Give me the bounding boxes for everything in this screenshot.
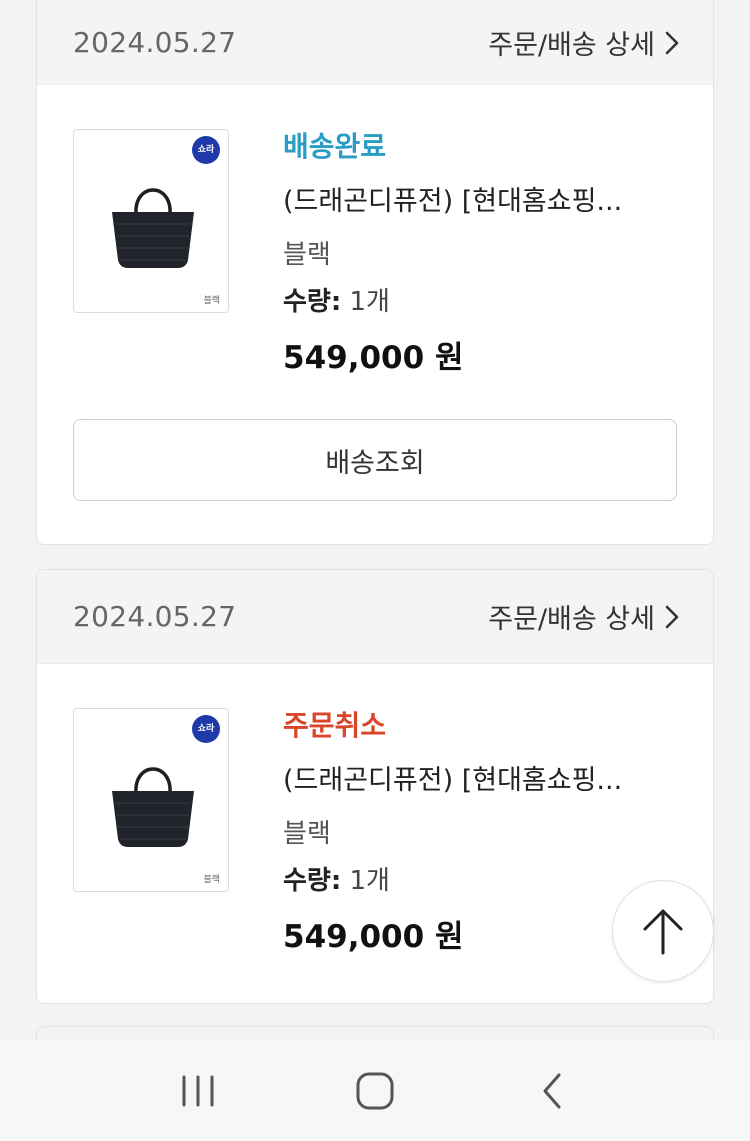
order-detail-label: 주문/배송 상세 xyxy=(488,604,655,635)
system-navigation-bar xyxy=(0,1040,750,1141)
order-body: 쇼라 블랙 배송완료 (드래곤디퓨전) [현대홈쇼핑... 블랙 수량: 1개 … xyxy=(37,85,713,501)
thumbnail-caption: 블랙 xyxy=(203,875,220,885)
product-price: 549,000 원 xyxy=(283,919,464,955)
quantity-value: 1개 xyxy=(341,866,390,896)
product-info: 주문취소 (드래곤디퓨전) [현대홈쇼핑... 블랙 수량: 1개 549,00… xyxy=(283,704,622,956)
order-header: 2024.05.27 주문/배송 상세 xyxy=(37,570,713,664)
order-header: 2024.05.27 주문/배송 상세 xyxy=(37,0,713,85)
home-icon xyxy=(356,1072,394,1109)
thumbnail-caption: 블랙 xyxy=(203,296,220,306)
chevron-right-icon xyxy=(665,605,679,628)
back-icon xyxy=(543,1073,561,1108)
order-body: 쇼라 블랙 주문취소 (드래곤디퓨전) [현대홈쇼핑... 블랙 수량: 1개 … xyxy=(37,664,713,956)
product-option: 블랙 xyxy=(283,240,331,270)
order-detail-link[interactable]: 주문/배송 상세 xyxy=(488,23,679,62)
order-status: 주문취소 xyxy=(283,709,387,742)
product-name[interactable]: (드래곤디퓨전) [현대홈쇼핑... xyxy=(283,179,622,218)
product-name[interactable]: (드래곤디퓨전) [현대홈쇼핑... xyxy=(283,758,622,797)
track-delivery-button[interactable]: 배송조회 xyxy=(73,419,677,501)
home-button[interactable] xyxy=(345,1061,405,1121)
product-info: 배송완료 (드래곤디퓨전) [현대홈쇼핑... 블랙 수량: 1개 549,00… xyxy=(283,125,622,377)
product-thumbnail[interactable]: 쇼라 블랙 xyxy=(73,129,229,313)
product-row[interactable]: 쇼라 블랙 주문취소 (드래곤디퓨전) [현대홈쇼핑... 블랙 수량: 1개 … xyxy=(73,708,677,956)
arrow-up-icon xyxy=(643,909,683,955)
scroll-to-top-button[interactable] xyxy=(612,880,714,982)
product-row[interactable]: 쇼라 블랙 배송완료 (드래곤디퓨전) [현대홈쇼핑... 블랙 수량: 1개 … xyxy=(73,129,677,377)
bag-image xyxy=(112,767,194,847)
product-thumbnail[interactable]: 쇼라 블랙 xyxy=(73,708,229,892)
order-card: 2024.05.27 주문/배송 상세 쇼라 블랙 배송완료 (드래곤디퓨전) … xyxy=(36,0,714,545)
quantity-label: 수량: xyxy=(283,287,342,317)
brand-badge: 쇼라 xyxy=(192,715,220,743)
product-price: 549,000 원 xyxy=(283,340,464,376)
order-date: 2024.05.27 xyxy=(73,26,237,59)
order-detail-label: 주문/배송 상세 xyxy=(488,30,655,61)
quantity-value: 1개 xyxy=(341,287,390,317)
bag-image xyxy=(112,188,194,268)
order-status: 배송완료 xyxy=(283,130,387,163)
quantity-label: 수량: xyxy=(283,866,342,896)
recent-apps-button[interactable] xyxy=(168,1061,228,1121)
order-date: 2024.05.27 xyxy=(73,600,237,633)
brand-badge: 쇼라 xyxy=(192,136,220,164)
product-option: 블랙 xyxy=(283,819,331,849)
back-button[interactable] xyxy=(522,1061,582,1121)
recent-apps-icon xyxy=(182,1075,214,1106)
order-detail-link[interactable]: 주문/배송 상세 xyxy=(488,597,679,636)
product-quantity: 수량: 1개 xyxy=(283,281,622,318)
chevron-right-icon xyxy=(665,31,679,54)
product-quantity: 수량: 1개 xyxy=(283,860,622,897)
